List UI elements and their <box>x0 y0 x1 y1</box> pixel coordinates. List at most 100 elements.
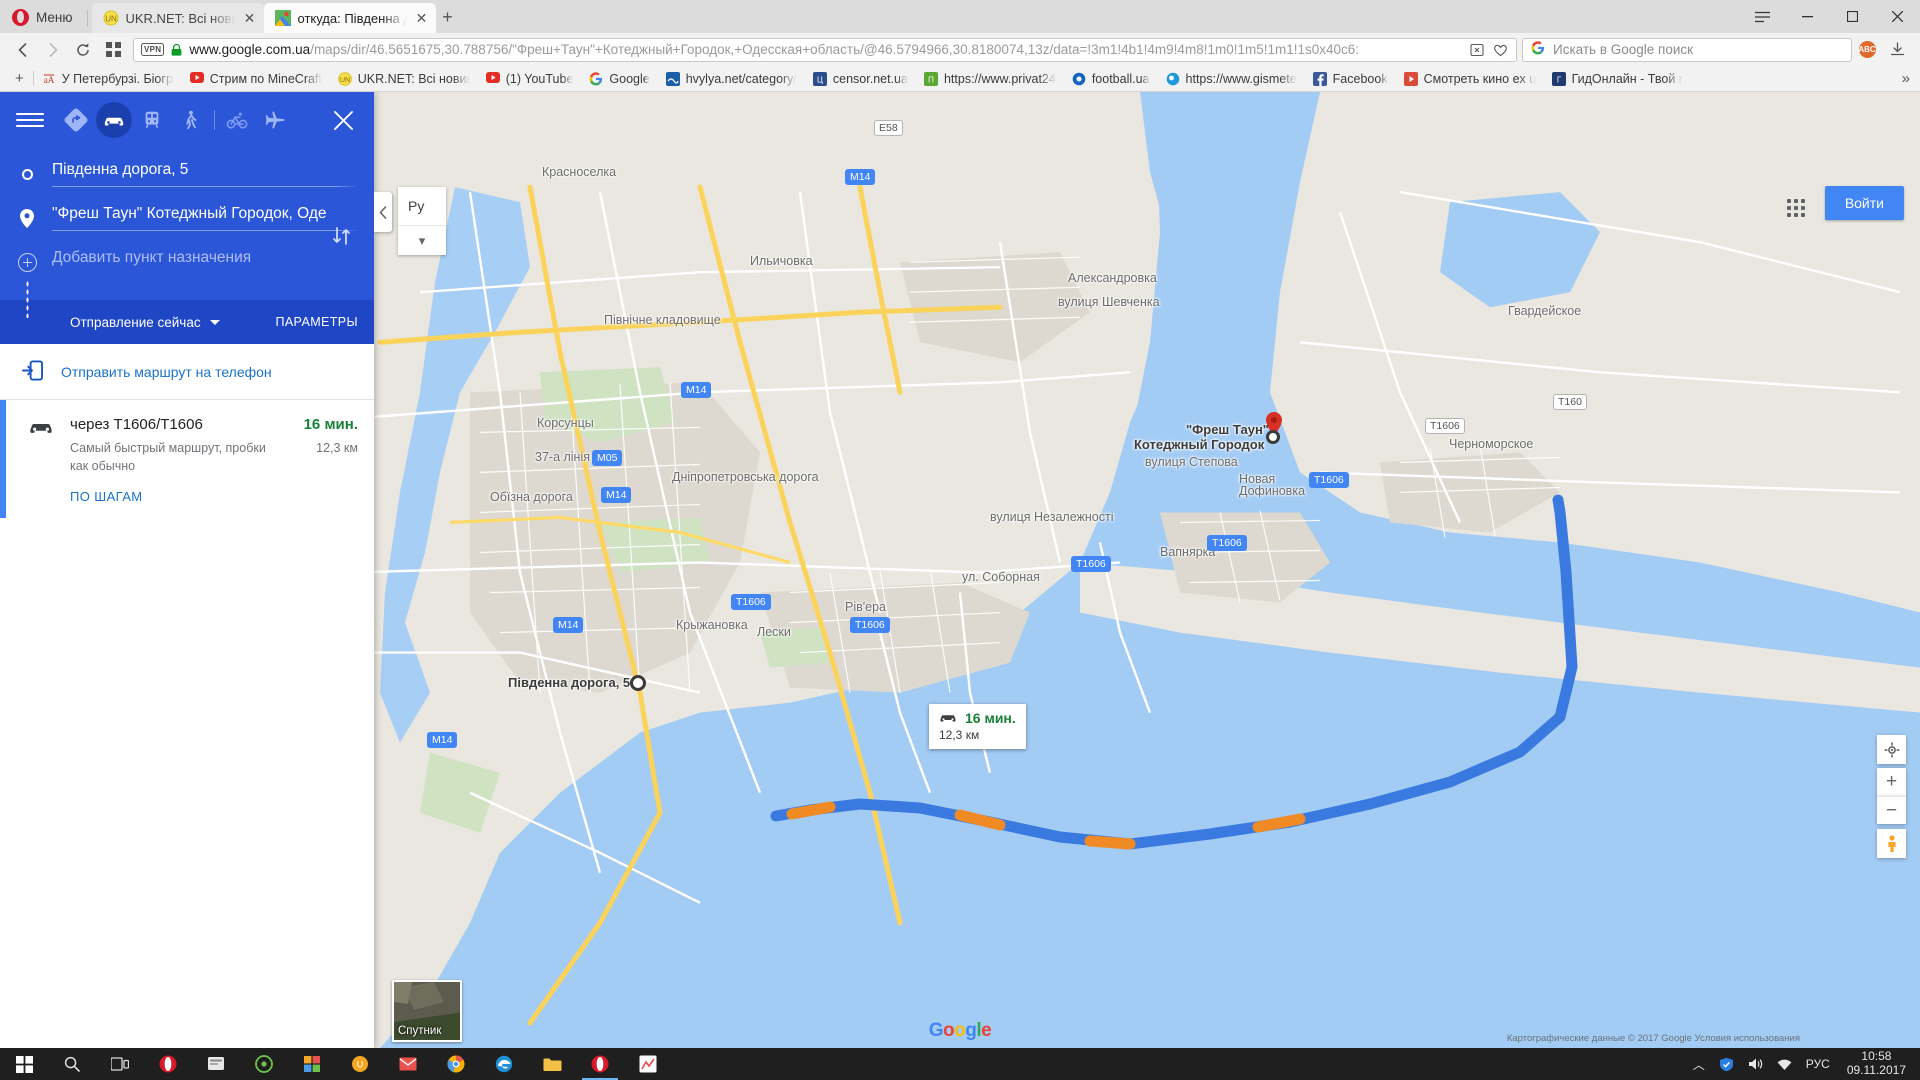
bookmark-item[interactable]: Смотреть кино ex u <box>1396 68 1544 90</box>
origin-input[interactable]: Південна дорога, 5 <box>52 161 358 187</box>
mode-walking[interactable] <box>172 102 208 138</box>
add-bookmark-button[interactable]: + <box>6 70 33 87</box>
chevron-down-icon[interactable]: ▾ <box>398 225 446 255</box>
zoom-in-button[interactable]: + <box>1877 768 1906 796</box>
map-place-label[interactable]: вулиця Степова <box>1145 455 1238 469</box>
street-view-pegman-icon[interactable] <box>1877 829 1906 858</box>
add-destination-row[interactable]: Добавить пункт назначения <box>16 240 358 284</box>
map-place-label[interactable]: Александровка <box>1068 271 1157 285</box>
taskbar-item-file-explorer[interactable] <box>528 1048 576 1080</box>
departure-time-selector[interactable]: Отправление сейчас <box>70 315 220 330</box>
map-place-label[interactable]: Обїзна дорога <box>490 490 573 504</box>
map-place-label[interactable]: Крыжановка <box>676 618 748 632</box>
taskbar-item-chart-app[interactable] <box>624 1048 672 1080</box>
network-icon[interactable] <box>1770 1048 1799 1080</box>
new-tab-button[interactable]: + <box>436 3 460 31</box>
taskbar-item-mail-app[interactable] <box>384 1048 432 1080</box>
bookmark-item[interactable]: aA У Петербурзі. Біогра <box>34 68 182 90</box>
browser-tab-ukrnet[interactable]: UN UKR.NET: Всі новини Укра ✕ <box>91 3 264 33</box>
map-place-label[interactable]: Гвардейское <box>1508 304 1581 318</box>
map-place-label[interactable]: Північне кладовище <box>604 313 721 327</box>
reload-button[interactable] <box>68 36 98 64</box>
map-place-label[interactable]: Ильичовка <box>750 254 813 268</box>
collapse-panel-button[interactable] <box>374 192 392 232</box>
map-place-label[interactable]: ул. Соборная <box>962 570 1040 584</box>
satellite-toggle[interactable]: Спутник <box>392 980 462 1042</box>
close-directions-button[interactable] <box>328 105 358 135</box>
bookmark-item[interactable]: (1) YouTube <box>478 68 582 90</box>
close-icon[interactable]: ✕ <box>414 10 430 26</box>
taskbar-item-edge[interactable] <box>480 1048 528 1080</box>
my-location-button[interactable] <box>1877 735 1906 764</box>
taskbar-item-opera-2[interactable] <box>576 1048 624 1080</box>
mode-transit[interactable] <box>134 102 170 138</box>
mode-cycling[interactable] <box>219 102 255 138</box>
windows-start-icon[interactable] <box>0 1048 48 1080</box>
back-button[interactable] <box>8 36 38 64</box>
taskbar-item-uc-app[interactable]: U <box>336 1048 384 1080</box>
map-place-label[interactable]: Дніпропетровська дорога <box>672 470 819 484</box>
map-place-label[interactable]: Лески <box>757 625 791 639</box>
bookmark-item[interactable]: https://www.gismete <box>1158 68 1305 90</box>
close-button[interactable] <box>1875 0 1920 33</box>
taskbar-item-store[interactable] <box>288 1048 336 1080</box>
tab-overview-icon[interactable] <box>1740 0 1785 33</box>
map-place-label[interactable]: Корсунцы <box>537 416 594 430</box>
hamburger-menu-icon[interactable] <box>16 106 44 134</box>
taskbar-item-chrome[interactable] <box>432 1048 480 1080</box>
bookmark-item[interactable]: UN UKR.NET: Всі новин <box>330 68 478 90</box>
route-steps-button[interactable]: ПО ШАГАМ <box>70 489 358 504</box>
forward-button[interactable] <box>38 36 68 64</box>
profile-avatar[interactable]: ABC <box>1852 36 1882 64</box>
map-place-label[interactable]: вулиця Шевченка <box>1058 295 1160 309</box>
minimize-button[interactable] <box>1785 0 1830 33</box>
bookmark-item[interactable]: Ц censor.net.ua <box>805 68 916 90</box>
search-icon[interactable] <box>48 1048 96 1080</box>
download-icon[interactable] <box>1882 36 1912 64</box>
zoom-out-button[interactable]: − <box>1877 796 1906 824</box>
maximize-button[interactable] <box>1830 0 1875 33</box>
map-language-selector[interactable]: Ру ▾ <box>398 187 446 255</box>
destination-field-row[interactable]: "Фреш Таун" Котеджный Городок, Оде <box>16 196 358 240</box>
taskbar-item-opera[interactable] <box>144 1048 192 1080</box>
browser-tab-google-maps[interactable]: откуда: Південна дорога, ✕ <box>263 3 436 33</box>
map-place-label[interactable]: Дофиновка <box>1239 484 1305 498</box>
bookmark-item[interactable]: П https://www.privat24 <box>916 68 1064 90</box>
taskbar-item-media-app[interactable] <box>240 1048 288 1080</box>
origin-marker[interactable] <box>630 675 646 691</box>
bookmark-item[interactable]: Google <box>581 68 657 90</box>
vpn-badge[interactable]: VPN <box>141 43 165 56</box>
tray-expand-icon[interactable]: ︿ <box>1686 1048 1712 1080</box>
bookmark-item[interactable]: Facebook <box>1305 68 1396 90</box>
opera-menu-button[interactable]: Меню <box>2 3 87 31</box>
bookmark-item[interactable]: football.ua <box>1064 68 1158 90</box>
bookmark-item[interactable]: Стрим по MineCraft <box>182 68 330 90</box>
mode-best-route[interactable] <box>58 102 94 138</box>
search-input[interactable]: Искать в Google поиск <box>1522 37 1852 62</box>
route-result-card[interactable]: через T1606/T1606 Самый быстрый маршрут,… <box>0 400 374 519</box>
map-place-label[interactable]: вулиця Незалежності <box>990 510 1113 524</box>
clock[interactable]: 10:58 09.11.2017 <box>1837 1049 1916 1078</box>
taskbar-item-task-view[interactable] <box>96 1048 144 1080</box>
add-waypoint-icon[interactable] <box>16 252 38 272</box>
map-place-label[interactable]: Рів'ера <box>845 600 886 614</box>
bookmark-item[interactable]: hvylya.net/category/ <box>658 68 805 90</box>
mode-driving[interactable] <box>96 102 132 138</box>
speed-dial-button[interactable] <box>98 36 128 64</box>
language-indicator[interactable]: РУС <box>1799 1048 1837 1080</box>
taskbar-item-explorer-app[interactable] <box>192 1048 240 1080</box>
swap-waypoints-icon[interactable] <box>330 224 356 250</box>
google-apps-icon[interactable] <box>1776 188 1816 228</box>
destination-marker[interactable] <box>1266 430 1280 444</box>
send-to-phone-row[interactable]: Отправить маршрут на телефон <box>0 344 374 400</box>
bookmarks-overflow-button[interactable]: » <box>1895 70 1916 87</box>
volume-icon[interactable] <box>1741 1048 1770 1080</box>
mode-flight[interactable] <box>257 102 293 138</box>
map-place-label[interactable]: Красноселка <box>542 165 616 179</box>
shield-icon[interactable] <box>1712 1048 1741 1080</box>
destination-input[interactable]: "Фреш Таун" Котеджный Городок, Оде <box>52 205 358 231</box>
map-place-label[interactable]: 37-а лінія <box>535 450 590 464</box>
heart-icon[interactable] <box>1492 41 1509 58</box>
clear-field-icon[interactable] <box>1468 41 1485 58</box>
signin-button[interactable]: Войти <box>1824 186 1904 220</box>
